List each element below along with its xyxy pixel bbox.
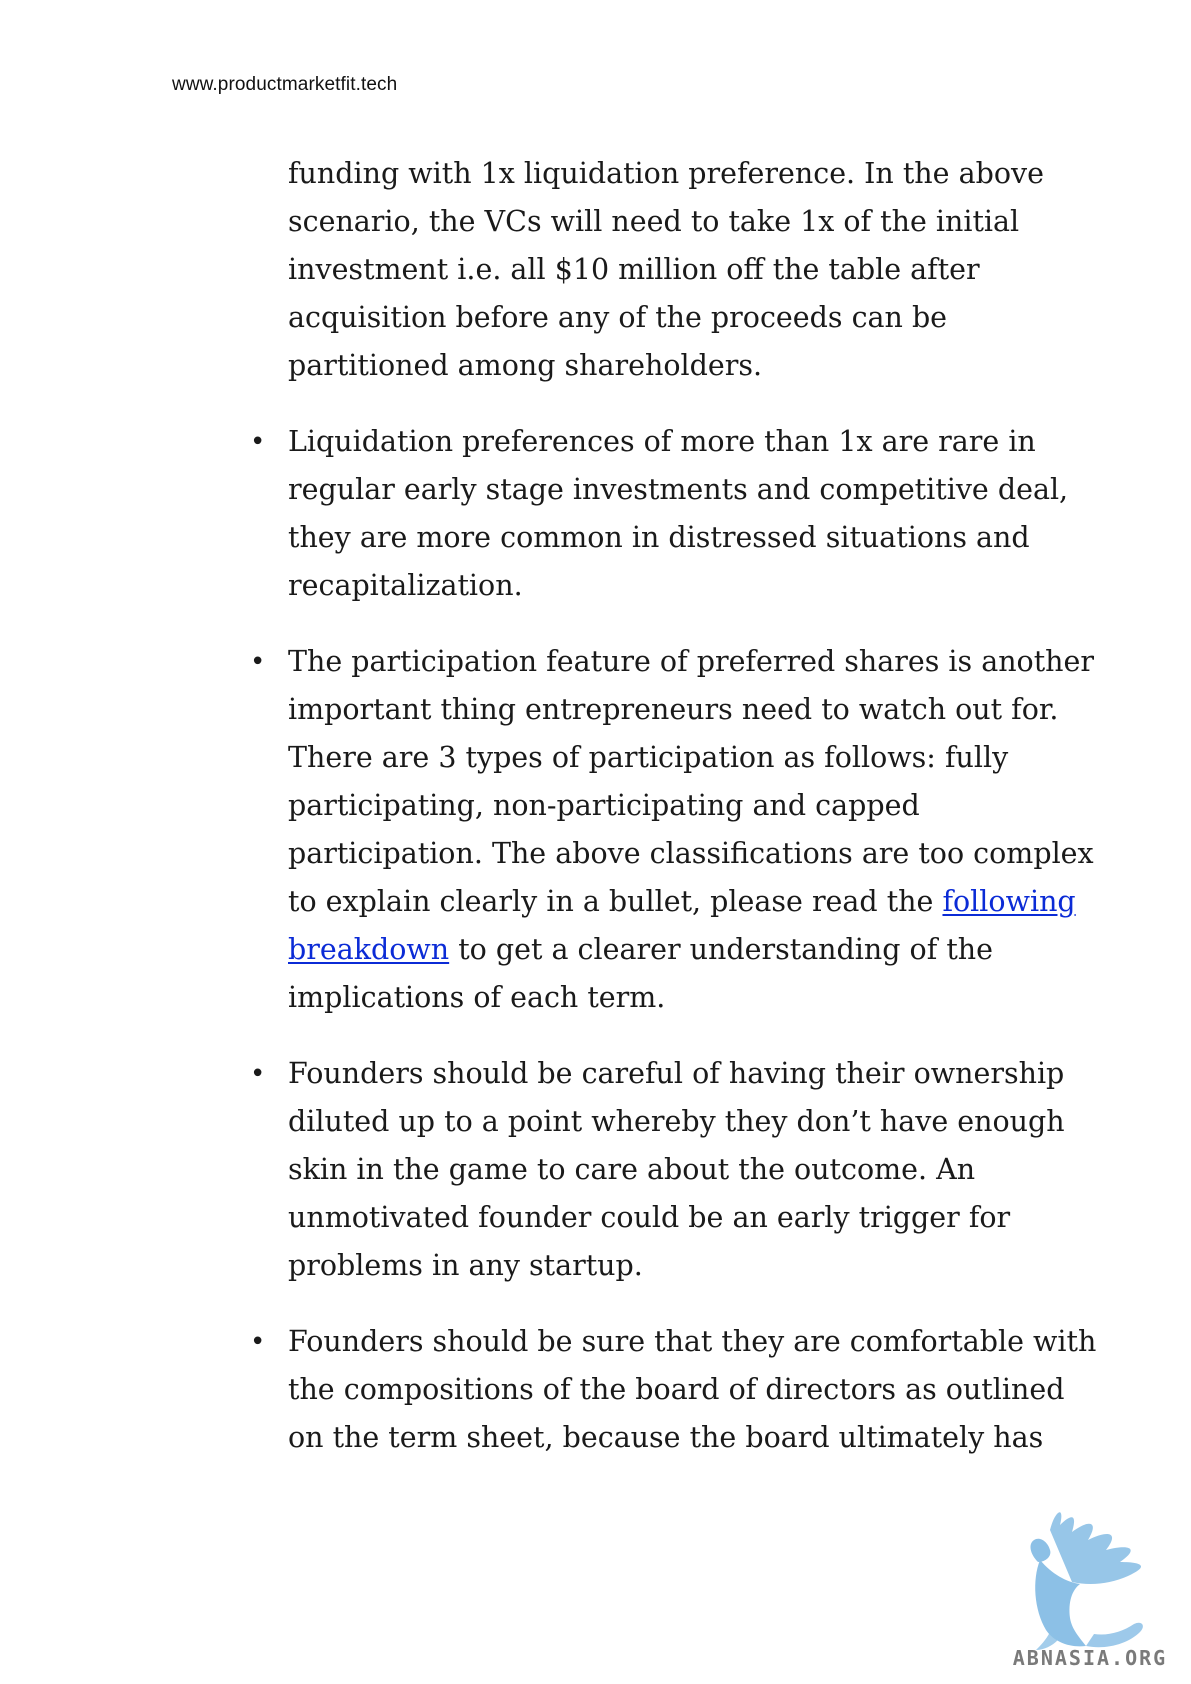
- text-line: problems in any startup.: [288, 1249, 643, 1282]
- text-line: participation. The above classifications…: [288, 837, 1094, 870]
- text-line: to explain clearly in a bullet, please r…: [288, 878, 1076, 926]
- griffin-logo-icon: [1030, 1512, 1143, 1650]
- bullet-liquidation-preferences: • Liquidation preferences of more than 1…: [250, 418, 1069, 610]
- text-line: unmotivated founder could be an early tr…: [288, 1201, 1011, 1234]
- bullet-icon: •: [250, 1327, 266, 1357]
- bullet-founder-dilution: • Founders should be careful of having t…: [250, 1050, 1065, 1290]
- bullet-participation-feature: • The participation feature of preferred…: [250, 638, 1095, 1022]
- text-fragment: to explain clearly in a bullet, please r…: [288, 885, 943, 918]
- document-body: funding with 1x liquidation preference. …: [250, 150, 1097, 1462]
- following-breakdown-link-continued[interactable]: breakdown: [288, 933, 449, 966]
- text-line: Founders should be careful of having the…: [288, 1057, 1065, 1090]
- text-line: Liquidation preferences of more than 1x …: [288, 425, 1036, 458]
- text-line: recapitalization.: [288, 569, 523, 602]
- text-line: participating, non-participating and cap…: [288, 789, 920, 822]
- text-line: The participation feature of preferred s…: [288, 645, 1095, 678]
- watermark-text: ABNASIA.ORG: [1012, 1646, 1168, 1670]
- text-line: skin in the game to care about the outco…: [288, 1153, 976, 1186]
- text-line: they are more common in distressed situa…: [288, 521, 1030, 554]
- bullet-icon: •: [250, 427, 266, 457]
- following-breakdown-link[interactable]: following: [942, 885, 1075, 918]
- text-line: implications of each term.: [288, 981, 666, 1014]
- header-url: www.productmarketfit.tech: [172, 74, 398, 95]
- text-line: diluted up to a point whereby they don’t…: [288, 1105, 1065, 1138]
- text-line: Founders should be sure that they are co…: [288, 1325, 1097, 1358]
- text-line: investment i.e. all $10 million off the …: [288, 253, 980, 286]
- text-line: regular early stage investments and comp…: [288, 473, 1069, 506]
- text-line: funding with 1x liquidation preference. …: [288, 157, 1044, 190]
- text-line: important thing entrepreneurs need to wa…: [288, 693, 1059, 726]
- text-line: the compositions of the board of directo…: [288, 1373, 1065, 1406]
- text-line: acquisition before any of the proceeds c…: [288, 301, 948, 334]
- text-line: on the term sheet, because the board ult…: [288, 1421, 1044, 1454]
- text-line: scenario, the VCs will need to take 1x o…: [288, 205, 1020, 238]
- text-line: There are 3 types of participation as fo…: [288, 741, 1009, 774]
- bullet-icon: •: [250, 1059, 266, 1089]
- bullet-icon: •: [250, 647, 266, 677]
- text-line: breakdown to get a clearer understanding…: [288, 926, 1048, 974]
- intro-paragraph: funding with 1x liquidation preference. …: [288, 150, 1048, 390]
- text-line: partitioned among shareholders.: [288, 349, 763, 382]
- text-fragment: to get a clearer understanding of the: [449, 933, 993, 966]
- bullet-board-composition: • Founders should be sure that they are …: [250, 1318, 1097, 1462]
